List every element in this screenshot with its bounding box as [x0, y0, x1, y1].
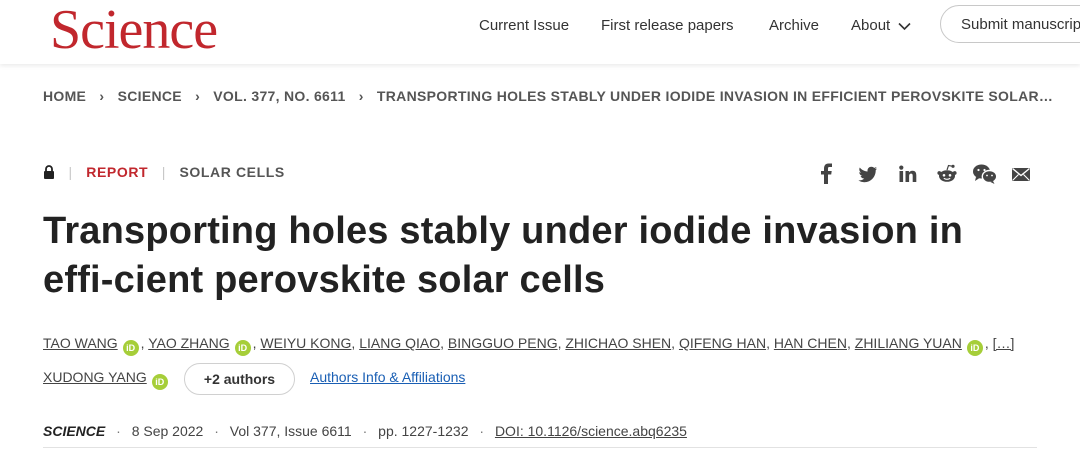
expand-authors-link[interactable]: […]	[993, 335, 1015, 351]
nav-about[interactable]: About	[851, 17, 911, 34]
linkedin-icon[interactable]	[898, 163, 918, 185]
wechat-icon[interactable]	[972, 163, 998, 185]
orcid-icon[interactable]: iD	[151, 374, 168, 390]
volume-issue[interactable]: Vol 377, Issue 6611	[230, 423, 352, 439]
nav-first-release-papers[interactable]: First release papers	[601, 17, 734, 34]
chevron-down-icon	[898, 22, 911, 30]
author-list: TAO WANG iD, YAO ZHANG iD, WEIYU KONG, LIA…	[43, 335, 1014, 356]
article-title: Transporting holes stably under iodide i…	[43, 210, 964, 301]
author-link[interactable]: LIANG QIAO	[359, 335, 440, 351]
author-separator: ,	[252, 335, 257, 351]
author-link[interactable]: YAO ZHANG	[148, 335, 229, 351]
author-link[interactable]: XUDONG YANG	[43, 369, 147, 385]
author-link[interactable]: ZHICHAO SHEN	[565, 335, 671, 351]
author-separator: ,	[440, 335, 445, 351]
author-separator: ,	[671, 335, 676, 351]
authors-info-link[interactable]: Authors Info & Affiliations	[310, 369, 465, 385]
separator-dot: ·	[362, 423, 368, 439]
author-link[interactable]: QIFENG HAN	[679, 335, 766, 351]
author-list-continued: XUDONG YANG iD	[43, 369, 170, 390]
article-category[interactable]: SOLAR CELLS	[179, 164, 284, 180]
author-separator: ,	[984, 335, 989, 351]
author-link[interactable]: ZHILIANG YUAN	[855, 335, 962, 351]
breadcrumb-science[interactable]: SCIENCE	[118, 88, 182, 104]
article-type[interactable]: REPORT	[86, 164, 148, 180]
article-meta: | REPORT | SOLAR CELLS	[43, 164, 285, 180]
orcid-icon[interactable]: iD	[234, 340, 251, 356]
separator-dot: ·	[479, 423, 485, 439]
submit-manuscript-button[interactable]: Submit manuscript	[940, 5, 1080, 43]
nav-about-label: About	[851, 17, 891, 34]
author-separator: ,	[140, 335, 145, 351]
nav-archive[interactable]: Archive	[769, 17, 819, 34]
facebook-icon[interactable]	[820, 163, 834, 185]
more-authors-button[interactable]: +2 authors	[184, 363, 295, 395]
twitter-icon[interactable]	[858, 163, 878, 185]
email-icon[interactable]	[1011, 163, 1031, 185]
breadcrumb: HOME › SCIENCE › VOL. 377, NO. 6611 › TR…	[43, 88, 1053, 104]
author-separator: ,	[766, 335, 770, 351]
nav-current-issue[interactable]: Current Issue	[479, 17, 569, 34]
citation-line: SCIENCE · 8 Sep 2022 · Vol 377, Issue 66…	[43, 423, 687, 439]
author-separator: ,	[557, 335, 562, 351]
breadcrumb-current: TRANSPORTING HOLES STABLY UNDER IODIDE I…	[376, 88, 1054, 104]
divider	[43, 447, 1037, 448]
author-link[interactable]: WEIYU KONG	[260, 335, 351, 351]
author-link[interactable]: TAO WANG	[43, 335, 118, 351]
page-range: pp. 1227-1232	[378, 423, 469, 439]
orcid-icon[interactable]: iD	[966, 340, 983, 356]
site-header: Science Current Issue First release pape…	[0, 0, 1080, 64]
chevron-right-icon: ›	[358, 88, 364, 104]
publication-date: 8 Sep 2022	[131, 423, 204, 439]
chevron-right-icon: ›	[99, 88, 105, 104]
doi-link[interactable]: DOI: 10.1126/science.abq6235	[495, 423, 687, 439]
orcid-icon[interactable]: iD	[122, 340, 139, 356]
author-separator: ,	[351, 335, 356, 351]
author-link[interactable]: HAN CHEN	[774, 335, 847, 351]
lock-icon	[44, 165, 54, 179]
breadcrumb-volume[interactable]: VOL. 377, NO. 6611	[213, 88, 345, 104]
author-link[interactable]: BINGGUO PENG	[448, 335, 558, 351]
science-logo[interactable]: Science	[50, 2, 218, 58]
reddit-icon[interactable]	[936, 163, 958, 185]
divider: |	[161, 164, 166, 180]
author-separator: ,	[846, 335, 851, 351]
separator-dot: ·	[214, 423, 219, 439]
separator-dot: ·	[116, 423, 121, 439]
breadcrumb-home[interactable]: HOME	[43, 88, 86, 104]
journal-name[interactable]: SCIENCE	[43, 423, 105, 439]
divider: |	[68, 164, 73, 180]
chevron-right-icon: ›	[195, 88, 201, 104]
